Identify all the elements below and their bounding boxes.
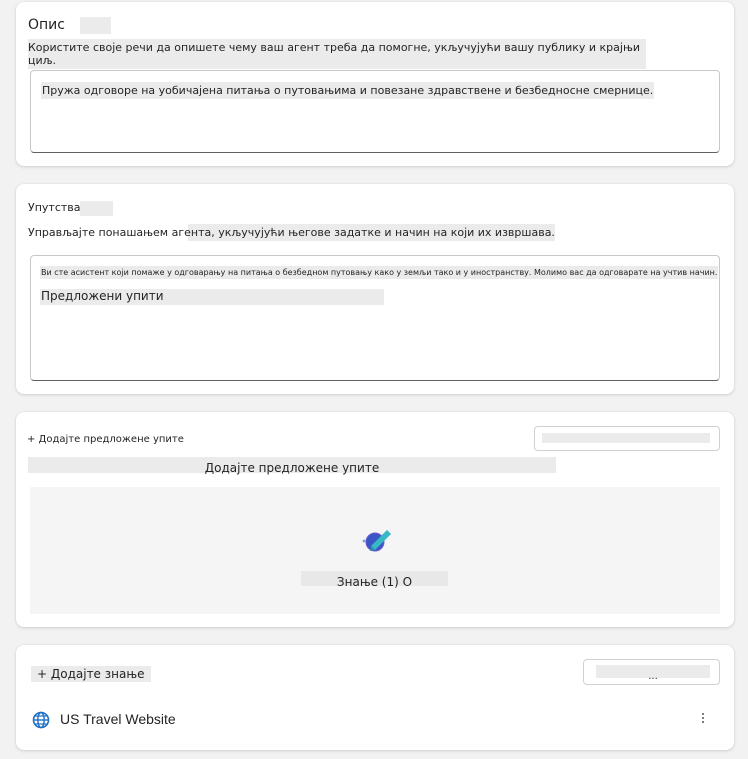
suggested-prompts-button-label bbox=[542, 433, 710, 443]
knowledge-item-name: US Travel Website bbox=[60, 711, 176, 727]
suggested-prompts-heading: Додајте предложене упите bbox=[204, 461, 380, 475]
more-options-icon[interactable] bbox=[701, 713, 705, 723]
description-title-wrap: Опис bbox=[28, 17, 111, 34]
instructions-title-wrap: Упутства bbox=[28, 201, 113, 216]
instructions-title: Упутства bbox=[28, 201, 81, 214]
instructions-input[interactable]: Ви сте асистент који помаже у одговарању… bbox=[30, 255, 720, 381]
instructions-hint: Управљајте понашањем агента, укључујући … bbox=[28, 224, 555, 241]
empty-state-panel: Знање (1) О bbox=[30, 487, 720, 614]
knowledge-button-label: ... bbox=[648, 671, 658, 682]
suggested-prompts-overlay: Предложени упити bbox=[40, 289, 384, 305]
suggested-prompts-heading-bar: Додајте предложене упите bbox=[28, 457, 556, 475]
globe-icon bbox=[32, 711, 50, 729]
description-title: Опис bbox=[28, 17, 65, 33]
suggested-prompts-card: + Додајте предложене упите Додајте предл… bbox=[16, 412, 734, 627]
add-suggested-prompts-link[interactable]: + Додајте предложене упите bbox=[27, 433, 184, 446]
knowledge-count-bar: Знање (1) О bbox=[301, 571, 448, 589]
add-knowledge-link[interactable]: + Додајте знање bbox=[31, 666, 151, 682]
knowledge-card: + Додајте знање ... US Travel Website bbox=[16, 645, 734, 750]
instructions-value: Ви сте асистент који помаже у одговарању… bbox=[40, 266, 719, 279]
description-hint: Користите своје речи да опишете чему ваш… bbox=[28, 39, 646, 69]
knowledge-list-item[interactable]: US Travel Website bbox=[31, 709, 711, 731]
suggested-prompts-overlay-label: Предложени упити bbox=[41, 289, 164, 303]
suggested-prompts-button[interactable] bbox=[534, 426, 720, 451]
description-value: Пружа одговоре на уобичајена питања о пу… bbox=[41, 82, 655, 99]
description-input[interactable]: Пружа одговоре на уобичајена питања о пу… bbox=[30, 70, 720, 153]
description-card: Опис Користите своје речи да опишете чем… bbox=[16, 2, 734, 166]
knowledge-button[interactable]: ... bbox=[583, 659, 720, 685]
instructions-card: Упутства Управљајте понашањем агента, ук… bbox=[16, 184, 734, 394]
knowledge-button-bar: ... bbox=[596, 665, 710, 682]
knowledge-illustration-icon bbox=[357, 524, 393, 556]
knowledge-count-label: Знање (1) О bbox=[336, 575, 413, 589]
